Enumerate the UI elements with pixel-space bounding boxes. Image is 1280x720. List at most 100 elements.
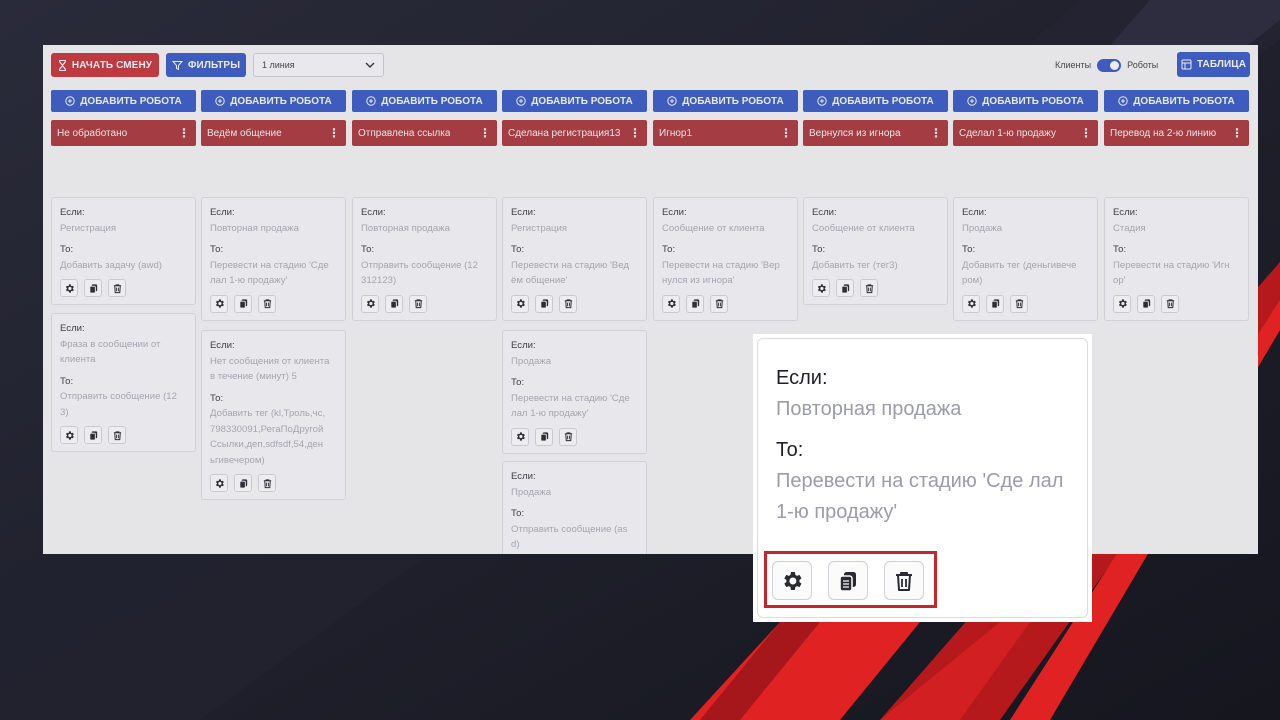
filter-icon — [171, 60, 183, 71]
trash-icon — [1014, 298, 1025, 309]
delete-button[interactable] — [860, 279, 878, 297]
then-value: Добавить задачу (awd) — [60, 259, 162, 271]
card-actions — [361, 294, 488, 313]
copy-icon — [840, 283, 851, 294]
add-robot-button[interactable]: ДОБАВИТЬ РОБОТА — [51, 90, 196, 112]
copy-button[interactable] — [686, 294, 704, 313]
add-robot-button[interactable]: ДОБАВИТЬ РОБОТА — [1104, 90, 1249, 112]
filters-button[interactable]: ФИЛЬТРЫ — [166, 53, 246, 77]
if-label: Если: — [60, 207, 85, 218]
settings-button[interactable] — [361, 294, 379, 313]
gear-icon — [214, 298, 225, 309]
copy-button[interactable] — [1137, 294, 1155, 313]
settings-button[interactable] — [962, 294, 980, 313]
more-vertical-icon[interactable]: ⋮ — [479, 126, 491, 140]
copy-button[interactable] — [84, 426, 102, 444]
gear-icon — [966, 298, 977, 309]
card-actions — [962, 294, 1089, 313]
copy-icon — [990, 298, 1001, 309]
add-robot-button[interactable]: ДОБАВИТЬ РОБОТА — [502, 90, 647, 112]
toggle-robots-label: Роботы — [1127, 60, 1159, 70]
more-vertical-icon[interactable]: ⋮ — [629, 126, 641, 140]
if-label: Если: — [511, 207, 536, 218]
delete-button[interactable] — [258, 474, 276, 492]
more-vertical-icon[interactable]: ⋮ — [328, 126, 340, 140]
stage-name: Не обработано — [57, 127, 128, 139]
trash-icon — [112, 430, 123, 441]
settings-button[interactable] — [60, 426, 78, 444]
add-robot-button[interactable]: ДОБАВИТЬ РОБОТА — [803, 90, 948, 112]
then-value: Перевести на стадию 'Сде лал 1-ю продажу… — [210, 259, 329, 287]
add-robot-button[interactable]: ДОБАВИТЬ РОБОТА — [201, 90, 346, 112]
robot-card: Если: Продажа То: Перевести на стадию 'Сде … — [502, 330, 647, 454]
if-label: Если: — [511, 340, 536, 351]
delete-button[interactable] — [108, 426, 126, 444]
zoom-if-value: Повторная продажа — [776, 398, 962, 420]
settings-button[interactable] — [210, 474, 228, 492]
copy-icon — [690, 298, 701, 309]
copy-button[interactable] — [234, 474, 252, 492]
card-actions — [812, 279, 939, 297]
more-vertical-icon[interactable]: ⋮ — [1231, 126, 1243, 140]
settings-button[interactable] — [812, 279, 830, 297]
copy-button[interactable] — [836, 279, 854, 297]
more-vertical-icon[interactable]: ⋮ — [780, 126, 792, 140]
stage-header: Отправлена ссылка ⋮ — [352, 120, 497, 146]
trash-icon — [413, 298, 424, 309]
settings-button[interactable] — [662, 294, 680, 313]
add-robot-label: ДОБАВИТЬ РОБОТА — [80, 95, 182, 107]
gear-icon — [515, 431, 526, 442]
copy-button[interactable] — [986, 294, 1004, 313]
delete-button[interactable] — [108, 279, 126, 297]
delete-button[interactable] — [258, 294, 276, 313]
trash-icon — [262, 298, 273, 309]
then-label: То: — [511, 377, 525, 388]
copy-button[interactable] — [84, 279, 102, 297]
copy-button[interactable] — [535, 427, 553, 446]
copy-button[interactable] — [385, 294, 403, 313]
settings-button[interactable] — [60, 279, 78, 297]
add-robot-button[interactable]: ДОБАВИТЬ РОБОТА — [352, 90, 497, 112]
plus-circle-icon — [65, 96, 75, 106]
then-label: То: — [962, 244, 976, 255]
clients-robots-toggle[interactable] — [1097, 58, 1122, 72]
stage-header: Сделана регистрация13 ⋮ — [502, 120, 647, 146]
delete-button[interactable] — [1161, 294, 1179, 313]
settings-button[interactable] — [511, 294, 529, 313]
table-button[interactable]: ТАБЛИЦА — [1177, 52, 1250, 77]
delete-button[interactable] — [559, 427, 577, 446]
start-shift-button[interactable]: НАЧАТЬ СМЕНУ — [51, 53, 159, 77]
delete-button[interactable] — [409, 294, 427, 313]
if-label: Если: — [60, 323, 85, 334]
copy-button[interactable] — [535, 294, 553, 313]
if-label: Если: — [210, 340, 235, 351]
if-label: Если: — [210, 207, 235, 218]
more-vertical-icon[interactable]: ⋮ — [1080, 126, 1092, 140]
settings-button[interactable] — [1113, 294, 1131, 313]
delete-button[interactable] — [559, 294, 577, 313]
more-vertical-icon[interactable]: ⋮ — [178, 126, 190, 140]
add-robot-button[interactable]: ДОБАВИТЬ РОБОТА — [653, 90, 798, 112]
if-label: Если: — [662, 207, 687, 218]
then-label: То: — [361, 244, 375, 255]
if-label: Если: — [361, 207, 386, 218]
if-value: Регистрация — [511, 222, 568, 234]
toggle-clients-label: Клиенты — [1055, 60, 1092, 70]
then-value: Добавить тег (деньгивече ром) — [962, 259, 1077, 287]
then-label: То: — [60, 244, 74, 255]
line-select[interactable]: 1 линия — [253, 53, 384, 77]
hourglass-icon — [58, 59, 67, 71]
delete-button[interactable] — [710, 294, 728, 313]
trash-icon — [864, 283, 875, 294]
settings-button[interactable] — [210, 294, 228, 313]
copy-button[interactable] — [234, 294, 252, 313]
trash-icon — [563, 298, 574, 309]
more-vertical-icon[interactable]: ⋮ — [930, 126, 942, 140]
add-robot-button[interactable]: ДОБАВИТЬ РОБОТА — [953, 90, 1098, 112]
card-actions — [60, 279, 187, 297]
settings-button[interactable] — [511, 427, 529, 446]
gear-icon — [64, 283, 75, 294]
if-value: Стадия — [1113, 222, 1146, 234]
delete-button[interactable] — [1010, 294, 1028, 313]
if-value: Продажа — [511, 486, 552, 498]
